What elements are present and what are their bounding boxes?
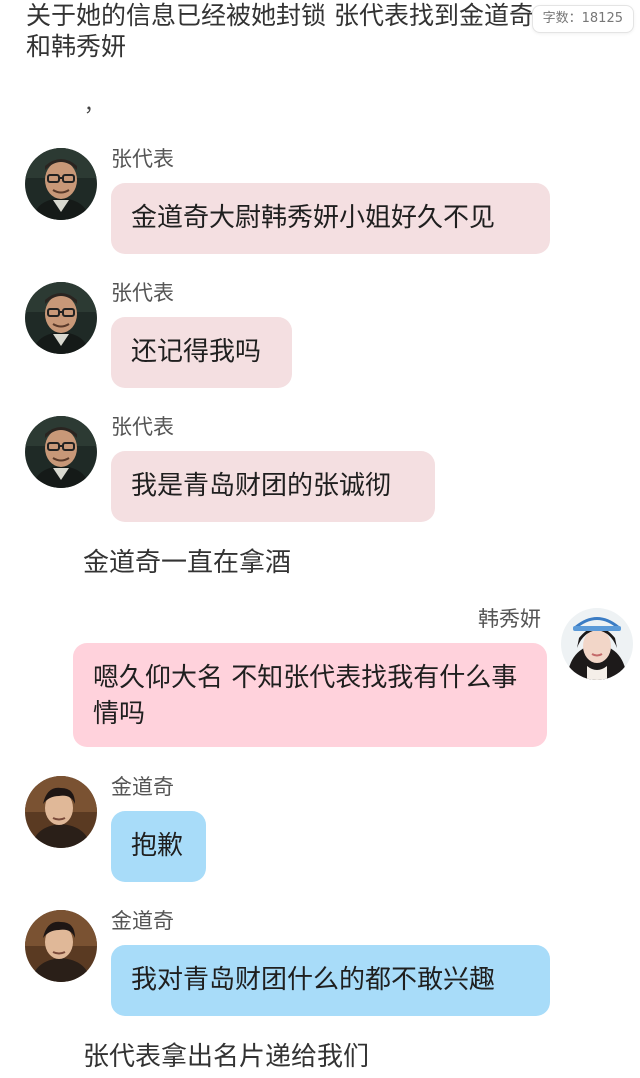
zhang-avatar[interactable] — [25, 148, 97, 220]
man-with-glasses-avatar-icon — [25, 416, 97, 488]
message-text: 金道奇大尉韩秀妍小姐好久不见 — [131, 203, 496, 233]
message-bubble[interactable]: 我对青岛财团什么的都不敢兴趣 — [111, 945, 550, 1016]
han-avatar[interactable] — [561, 608, 633, 680]
message-bubble[interactable]: 嗯久仰大名 不知张代表找我有什么事情吗 — [73, 643, 547, 747]
narration-line: 张代表拿出名片递给我们 — [83, 1042, 370, 1072]
message-text: 我对青岛财团什么的都不敢兴趣 — [131, 965, 496, 995]
header-line-2: 和韩秀妍 — [26, 32, 127, 61]
message-text: 我是青岛财团的张诚彻 — [131, 471, 392, 501]
woman-with-cap-avatar-icon — [561, 608, 633, 680]
message-bubble[interactable]: 抱歉 — [111, 811, 206, 882]
message-text: 嗯久仰大名 不知张代表找我有什么事情吗 — [93, 663, 518, 729]
kim-avatar[interactable] — [25, 910, 97, 982]
speaker-name: 金道奇 — [111, 775, 174, 799]
message-bubble[interactable]: 我是青岛财团的张诚彻 — [111, 451, 435, 522]
speaker-name: 张代表 — [111, 147, 174, 171]
young-man-avatar-icon — [25, 776, 97, 848]
message-text: 抱歉 — [131, 831, 184, 861]
man-with-glasses-avatar-icon — [25, 282, 97, 354]
message-bubble[interactable]: 金道奇大尉韩秀妍小姐好久不见 — [111, 183, 550, 254]
zhang-avatar[interactable] — [25, 416, 97, 488]
young-man-avatar-icon — [25, 910, 97, 982]
message-bubble[interactable]: 还记得我吗 — [111, 317, 292, 388]
man-with-glasses-avatar-icon — [25, 148, 97, 220]
kim-avatar[interactable] — [25, 776, 97, 848]
zhang-avatar[interactable] — [25, 282, 97, 354]
speaker-name: 韩秀妍 — [478, 607, 541, 631]
narration-line: 金道奇一直在拿酒 — [83, 548, 292, 578]
speaker-name: 张代表 — [111, 415, 174, 439]
message-text: 还记得我吗 — [131, 337, 262, 367]
speaker-name: 金道奇 — [111, 909, 174, 933]
speaker-name: 张代表 — [111, 281, 174, 305]
header-mark: ， — [84, 92, 104, 116]
word-count-badge: 字数：18125 — [531, 5, 634, 33]
